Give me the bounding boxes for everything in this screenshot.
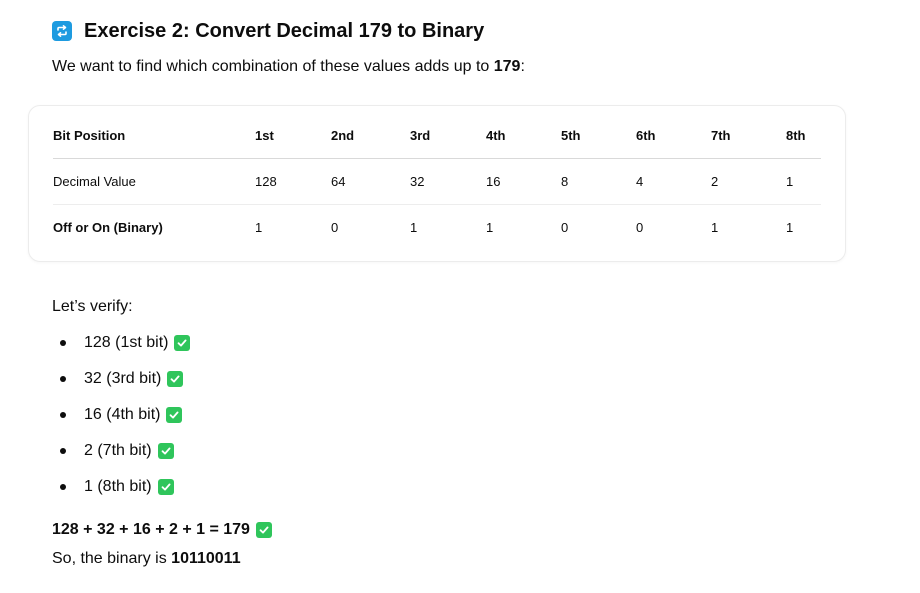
- list-item: 1 (8th bit): [52, 469, 190, 505]
- table-cell: 1: [255, 220, 263, 235]
- header-cell: Bit Position: [53, 113, 255, 159]
- table-cell: 1: [486, 220, 494, 235]
- header-cell: 8th: [786, 113, 821, 159]
- table-cell: 0: [636, 220, 644, 235]
- table-cell: 16: [486, 158, 561, 205]
- conclusion-text: So, the binary is 10110011: [52, 550, 241, 568]
- table-cell: 32: [410, 158, 486, 205]
- table-row: Off or On (Binary) 1 0 1 1 0 0 1 1: [53, 205, 821, 251]
- list-item: 16 (4th bit): [52, 397, 190, 433]
- repeat-icon: [52, 21, 72, 41]
- header-cell: 7th: [711, 113, 786, 159]
- table-cell: 128: [255, 158, 331, 205]
- list-item: 32 (3rd bit): [52, 361, 190, 397]
- intro-text: We want to find which combination of the…: [52, 58, 525, 76]
- table-cell: 8: [561, 158, 636, 205]
- header-cell: 1st: [255, 113, 331, 159]
- conclusion-sentence: So, the binary is: [52, 550, 172, 567]
- intro-sentence: We want to find which combination of the…: [52, 58, 494, 75]
- table-cell: 2: [711, 158, 786, 205]
- table-cell: 1: [786, 220, 794, 235]
- header-cell: 6th: [636, 113, 711, 159]
- verify-title: Let’s verify:: [52, 298, 133, 315]
- list-item: 2 (7th bit): [52, 433, 190, 469]
- exercise-heading: Exercise 2: Convert Decimal 179 to Binar…: [52, 17, 484, 45]
- row-label: Decimal Value: [53, 158, 255, 205]
- verify-list: 128 (1st bit) 32 (3rd bit) 16 (4th bit) …: [52, 325, 191, 505]
- table-header-row: Bit Position 1st 2nd 3rd 4th 5th 6th 7th…: [53, 113, 821, 159]
- table-cell: 4: [636, 158, 711, 205]
- bullet-icon: [60, 340, 66, 346]
- check-mark-icon: [167, 371, 184, 387]
- exercise-title: Exercise 2: Convert Decimal 179 to Binar…: [84, 19, 485, 42]
- header-cell: 4th: [486, 113, 561, 159]
- binary-result: 10110011: [171, 550, 241, 567]
- table-cell: 1: [711, 220, 719, 235]
- intro-suffix: :: [520, 58, 525, 75]
- table-cell: 1: [786, 158, 821, 205]
- sum-equation: 128 + 32 + 16 + 2 + 1 = 179: [52, 521, 272, 539]
- table-cell: 0: [561, 220, 569, 235]
- table-row: Decimal Value 128 64 32 16 8 4 2 1: [53, 158, 821, 205]
- list-item-text: 1 (8th bit): [84, 478, 152, 495]
- header-cell: 2nd: [331, 113, 410, 159]
- row-label: Off or On (Binary): [53, 220, 163, 235]
- sum-text: 128 + 32 + 16 + 2 + 1 = 179: [52, 521, 250, 538]
- table-cell: 64: [331, 158, 410, 205]
- bit-table: Bit Position 1st 2nd 3rd 4th 5th 6th 7th…: [53, 113, 821, 250]
- intro-target: 179: [493, 58, 521, 75]
- check-mark-icon: [157, 479, 174, 495]
- bit-table-card: Bit Position 1st 2nd 3rd 4th 5th 6th 7th…: [28, 105, 846, 262]
- check-mark-icon: [157, 443, 174, 459]
- check-mark-icon: [255, 522, 272, 538]
- bullet-icon: [60, 376, 66, 382]
- header-cell: 3rd: [410, 113, 486, 159]
- bullet-icon: [60, 448, 66, 454]
- check-mark-icon: [166, 407, 183, 423]
- bullet-icon: [60, 484, 66, 490]
- list-item-text: 16 (4th bit): [84, 406, 161, 423]
- list-item-text: 2 (7th bit): [84, 442, 152, 459]
- header-cell: 5th: [561, 113, 636, 159]
- table-cell: 1: [410, 220, 418, 235]
- check-mark-icon: [174, 335, 191, 351]
- list-item: 128 (1st bit): [52, 325, 191, 361]
- list-item-text: 32 (3rd bit): [84, 370, 162, 387]
- table-cell: 0: [331, 220, 339, 235]
- list-item-text: 128 (1st bit): [84, 334, 169, 351]
- bullet-icon: [60, 412, 66, 418]
